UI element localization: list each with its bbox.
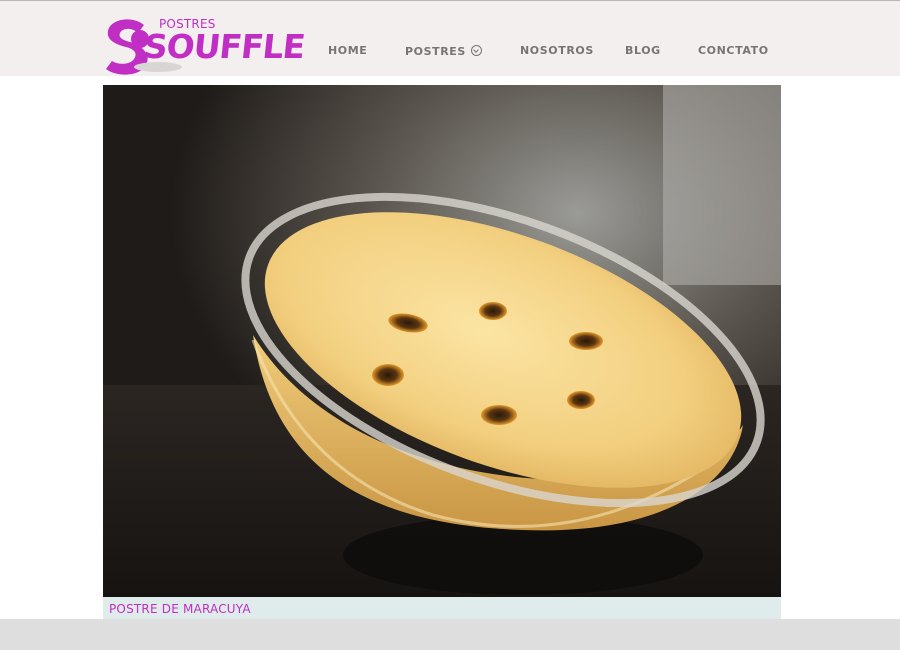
nav-postres-label: POSTRES — [405, 45, 466, 58]
site-logo[interactable]: POSTRES SOUFFLE — [104, 15, 306, 77]
nav-postres[interactable]: POSTRES — [405, 44, 482, 58]
nav-home[interactable]: HOME — [328, 44, 367, 57]
chevron-down-icon — [470, 45, 482, 56]
passion-fruit-dessert-image — [103, 85, 781, 597]
footer-band — [0, 619, 900, 650]
logo-big-text: SOUFFLE — [141, 27, 307, 66]
nav-nosotros[interactable]: NOSOTROS — [520, 44, 594, 57]
caption-text: POSTRE DE MARACUYA — [109, 602, 251, 616]
site-header: POSTRES SOUFFLE HOME POSTRES NOSOTROS BL… — [0, 1, 900, 76]
nav-contacto[interactable]: CONCTATO — [698, 44, 769, 57]
photo-caption: POSTRE DE MARACUYA — [103, 597, 781, 621]
dessert-photo[interactable] — [103, 85, 781, 597]
nav-blog[interactable]: BLOG — [625, 44, 661, 57]
